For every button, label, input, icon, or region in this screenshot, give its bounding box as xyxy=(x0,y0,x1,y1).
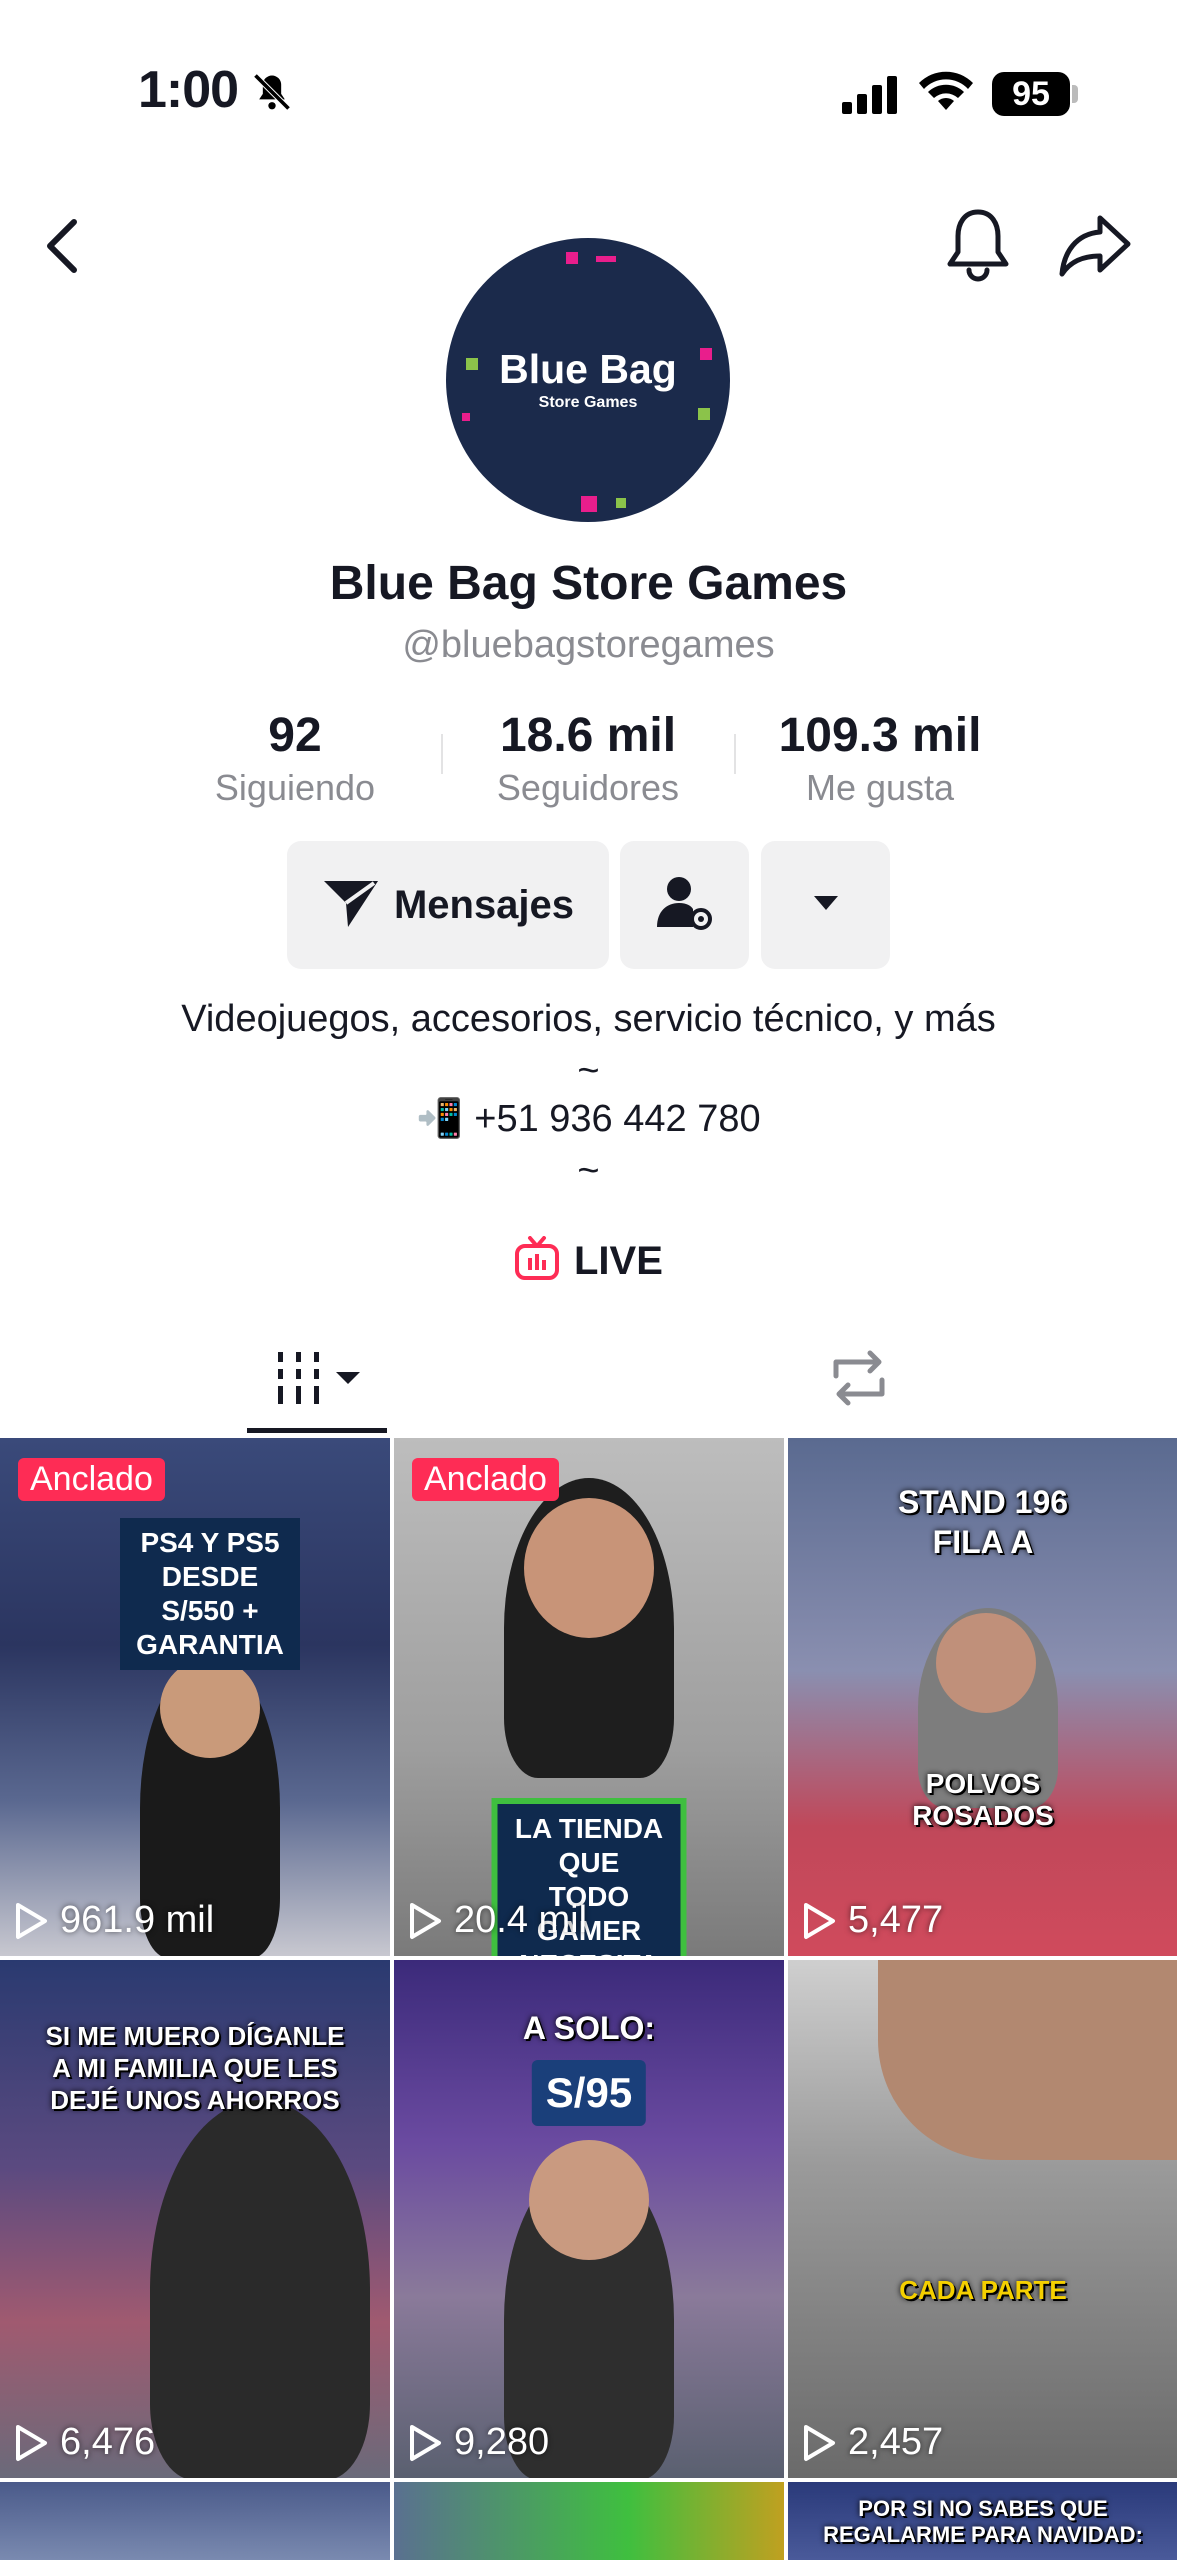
avatar-decoration xyxy=(566,252,578,264)
video-thumbnail xyxy=(0,2482,390,2560)
profile-name: Blue Bag Store Games xyxy=(329,557,848,610)
person-face xyxy=(936,1613,1036,1713)
bio-line: Videojuegos, accesorios, servicio técnic… xyxy=(181,998,996,1040)
view-count: 5,477 xyxy=(802,1899,943,1942)
user-settings-icon xyxy=(655,873,715,938)
stat-followers-value: 18.6 mil xyxy=(499,709,677,762)
tv-icon xyxy=(514,1236,560,1287)
avatar[interactable]: Blue Bag Store Games xyxy=(446,238,730,522)
stat-following-label: Siguiendo xyxy=(214,767,376,808)
view-count-value: 5,477 xyxy=(848,1899,944,1941)
mute-icon xyxy=(250,70,294,119)
video-caption: CADA PARTE xyxy=(899,2275,1067,2305)
bio-phone: 📲 +51 936 442 780 xyxy=(416,1098,761,1140)
repost-tab[interactable] xyxy=(826,1348,892,1413)
back-arrow-icon[interactable] xyxy=(40,216,88,281)
caret-down-icon xyxy=(812,894,840,917)
video-thumbnail xyxy=(394,2482,784,2560)
status-time: 1:00 xyxy=(138,61,239,119)
video-caption-secondary: POLVOS ROSADOS xyxy=(912,1768,1054,1831)
view-count: 9,280 xyxy=(408,2421,549,2464)
video-caption: PS4 Y PS5 DESDE S/550 + GARANTIA xyxy=(120,1518,300,1670)
stat-likes-value: 109.3 mil xyxy=(778,709,982,762)
video-caption: STAND 196 FILA A xyxy=(897,1484,1069,1560)
play-icon xyxy=(804,1902,835,1939)
play-icon xyxy=(16,2424,47,2461)
video-tile[interactable]: Anclado LA TIENDA QUE TODO GAMER NECESIT… xyxy=(394,1438,784,1956)
share-icon[interactable] xyxy=(1058,210,1134,285)
stat-likes[interactable]: 109.3 mil Me gusta xyxy=(735,706,1025,810)
view-count-value: 9,280 xyxy=(454,2421,550,2463)
avatar-subtitle: Store Games xyxy=(538,394,638,411)
video-caption-secondary: S/95 xyxy=(531,2060,647,2126)
view-count-value: 6,476 xyxy=(60,2421,156,2463)
video-caption: POR SI NO SABES QUE REGALARME PARA NAVID… xyxy=(823,2496,1143,2547)
view-count-value: 961.9 mil xyxy=(60,1899,215,1941)
view-count: 6,476 xyxy=(14,2421,155,2464)
video-tile[interactable]: STAND 196 FILA A POLVOS ROSADOS 5,477 xyxy=(788,1438,1177,1956)
view-count-value: 2,457 xyxy=(848,2421,944,2463)
videos-grid-icon xyxy=(276,1352,366,1410)
view-count-value: 20.4 mil xyxy=(454,1899,588,1941)
person-face xyxy=(524,1498,654,1638)
more-options-button[interactable] xyxy=(761,841,890,969)
video-tile[interactable] xyxy=(0,2482,390,2560)
stat-likes-label: Me gusta xyxy=(805,767,955,808)
view-count: 20.4 mil xyxy=(408,1899,587,1942)
battery-tip xyxy=(1072,85,1078,103)
person-face xyxy=(160,1658,260,1758)
bio-separator: ~ xyxy=(577,1150,600,1192)
profile-handle: @bluebagstoregames xyxy=(402,624,775,666)
stat-followers-label: Seguidores xyxy=(496,767,680,808)
signal-icon xyxy=(842,74,898,119)
video-tile[interactable] xyxy=(394,2482,784,2560)
person-figure xyxy=(150,2100,370,2478)
friend-settings-button[interactable] xyxy=(620,841,749,969)
live-link[interactable]: LIVE xyxy=(514,1236,663,1287)
stat-following[interactable]: 92 Siguiendo xyxy=(150,706,440,810)
stat-following-value: 92 xyxy=(268,709,322,762)
hand-figure xyxy=(878,1960,1177,2160)
bio-separator: ~ xyxy=(577,1050,600,1092)
pinned-badge: Anclado xyxy=(18,1458,165,1501)
videos-tab[interactable] xyxy=(276,1350,366,1411)
play-icon xyxy=(410,1902,441,1939)
video-tile[interactable]: SI ME MUERO DÍGANLE A MI FAMILIA QUE LES… xyxy=(0,1960,390,2478)
avatar-title: Blue Bag xyxy=(499,346,677,392)
pinned-badge: Anclado xyxy=(412,1458,559,1501)
avatar-decoration xyxy=(596,256,616,262)
view-count: 2,457 xyxy=(802,2421,943,2464)
play-icon xyxy=(16,1902,47,1939)
send-icon xyxy=(322,877,380,934)
video-caption: A SOLO: xyxy=(522,2010,656,2046)
wifi-icon xyxy=(918,70,974,119)
person-face xyxy=(529,2140,649,2260)
avatar-decoration xyxy=(581,496,597,512)
play-icon xyxy=(410,2424,441,2461)
avatar-decoration xyxy=(462,413,470,421)
play-icon xyxy=(804,2424,835,2461)
battery-indicator: 95 xyxy=(992,72,1070,116)
stat-followers[interactable]: 18.6 mil Seguidores xyxy=(443,706,733,810)
active-tab-indicator xyxy=(247,1428,387,1433)
repost-icon xyxy=(826,1350,892,1412)
message-button[interactable]: Mensajes xyxy=(287,841,609,969)
avatar-decoration xyxy=(616,498,626,508)
video-tile[interactable]: A SOLO: S/95 9,280 xyxy=(394,1960,784,2478)
bell-icon[interactable] xyxy=(944,206,1012,287)
video-tile[interactable]: POR SI NO SABES QUE REGALARME PARA NAVID… xyxy=(788,2482,1177,2560)
video-tile[interactable]: CADA PARTE 2,457 xyxy=(788,1960,1177,2478)
message-button-label: Mensajes xyxy=(393,882,575,927)
live-label: LIVE xyxy=(574,1239,663,1283)
video-caption: SI ME MUERO DÍGANLE A MI FAMILIA QUE LES… xyxy=(45,2021,345,2115)
view-count: 961.9 mil xyxy=(14,1899,214,1942)
video-tile[interactable]: Anclado PS4 Y PS5 DESDE S/550 + GARANTIA… xyxy=(0,1438,390,1956)
